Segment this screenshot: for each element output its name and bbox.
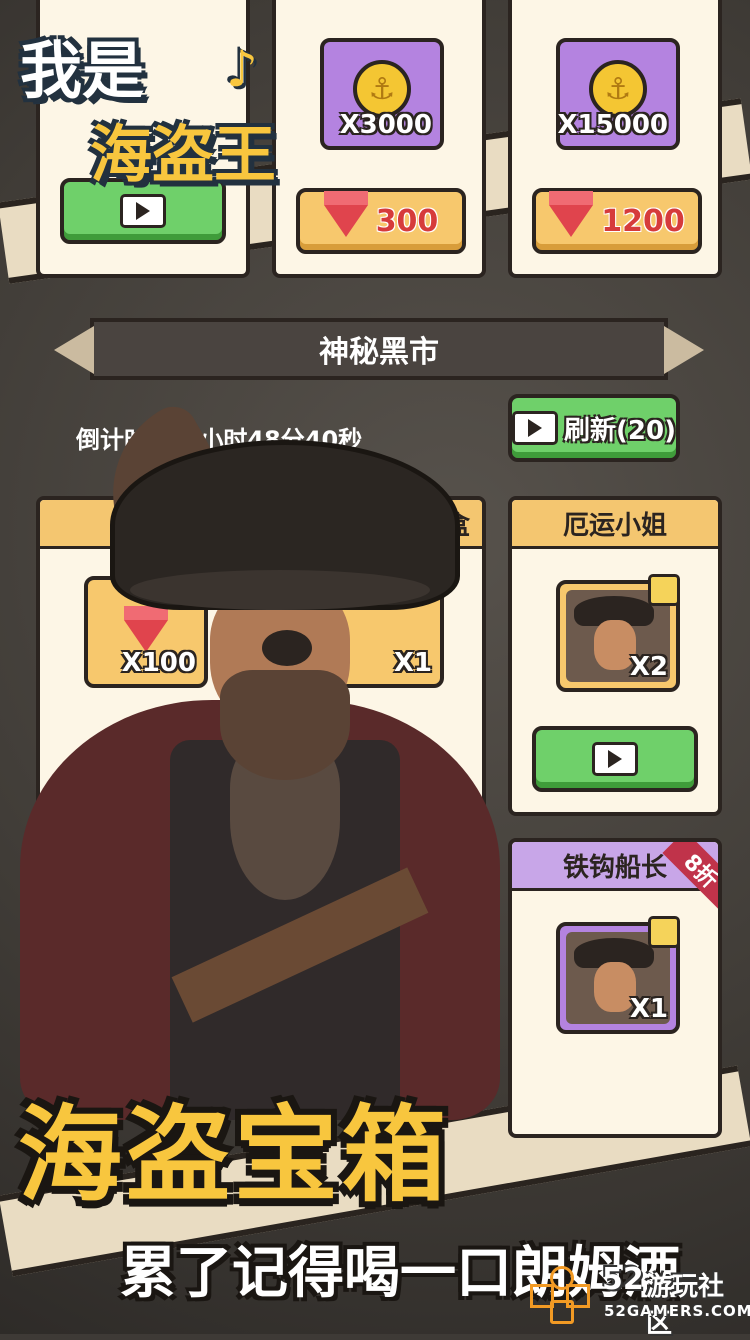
refresh-button[interactable]: 刷新(20): [508, 394, 680, 462]
pirate-captain-illustration: [0, 398, 520, 1120]
puzzle-piece-icon: [648, 916, 680, 948]
card-title: 厄运小姐: [512, 500, 718, 549]
watermark-number: 52: [602, 1262, 644, 1297]
item-qty: X1: [629, 994, 668, 1024]
market-title-banner: 神秘黑市: [54, 318, 704, 380]
top-card-2: ⚓ X3000 300: [272, 0, 486, 278]
shop-card-miss-fortune: 厄运小姐 X2: [508, 496, 722, 816]
price-label: 1200: [601, 203, 685, 239]
watermark: 52 游玩社区 52GAMERS.COM: [530, 1262, 750, 1339]
price-label: 300: [375, 203, 439, 239]
item-qty: X15000: [557, 110, 669, 140]
music-note-icon: ♪: [226, 40, 258, 98]
market-title: 神秘黑市: [319, 335, 439, 370]
item-qty: X3000: [339, 110, 432, 140]
ruby-icon: [549, 191, 594, 237]
promo-title: 海盗宝箱: [18, 1094, 451, 1216]
item-qty: X2: [629, 652, 668, 682]
puzzle-piece-icon: [648, 574, 680, 606]
video-icon: [592, 742, 638, 776]
logo-line2: 海盗王: [90, 118, 277, 191]
watch-video-button[interactable]: [532, 726, 698, 792]
ruby-icon: [323, 191, 368, 237]
hat-brim: [130, 570, 430, 610]
shop-card-hook-captain: 铁钩船长 8折 X1: [508, 838, 722, 1138]
buy-gems-1200-button[interactable]: 1200: [532, 188, 702, 254]
item-slot: ⚓ X3000: [320, 38, 444, 150]
gamepad-buttons-icon: [530, 1266, 594, 1326]
eyepatch: [262, 630, 312, 666]
top-card-3: ⚓ X15000 1200: [508, 0, 722, 278]
video-icon: [120, 194, 166, 228]
beard: [220, 670, 350, 780]
item-slot: ⚓ X15000: [556, 38, 680, 150]
watermark-url: 52GAMERS.COM: [604, 1302, 750, 1320]
refresh-label: 刷新(20): [564, 415, 676, 446]
buy-gems-300-button[interactable]: 300: [296, 188, 466, 254]
